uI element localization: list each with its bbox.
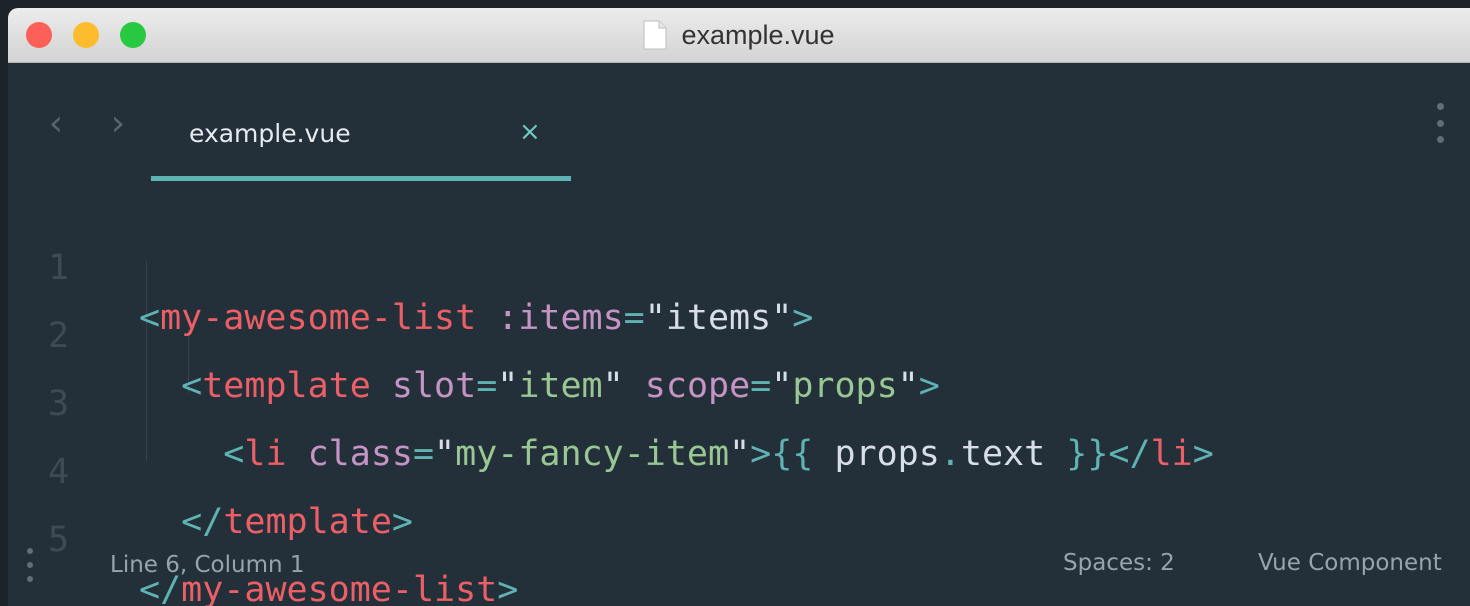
code-token: =	[476, 366, 498, 406]
code-token: "	[771, 298, 793, 338]
code-token: >	[792, 298, 814, 338]
title-bar: example.vue	[8, 8, 1470, 63]
code-token: </	[1108, 434, 1151, 474]
syntax-mode[interactable]: Vue Component	[1258, 550, 1442, 576]
code-token: slot	[391, 366, 477, 406]
code-content: <template slot="item" scope="props">	[139, 361, 940, 411]
code-token: item	[518, 366, 603, 406]
code-token: "	[434, 434, 456, 474]
more-options-icon[interactable]	[1436, 103, 1444, 143]
code-token: text	[960, 434, 1067, 474]
code-token: }}	[1066, 434, 1109, 474]
back-arrow-icon[interactable]: ‹	[44, 106, 68, 142]
document-icon	[643, 20, 667, 50]
code-token: class	[307, 434, 413, 474]
tab-bar: ‹ › example.vue ×	[8, 63, 1470, 183]
code-token: items	[665, 298, 772, 338]
code-token: "	[897, 366, 919, 406]
code-content: <my-awesome-list :items="items">	[139, 293, 813, 343]
window-title-group: example.vue	[8, 8, 1470, 62]
code-content: <li class="my-fancy-item">{{ props.text …	[139, 429, 1214, 479]
code-line: 1 <my-awesome-list :items="items">	[8, 193, 813, 338]
active-tab-indicator	[151, 176, 571, 181]
code-token: >	[750, 434, 772, 474]
forward-arrow-icon[interactable]: ›	[106, 106, 130, 142]
code-token: {{	[771, 434, 814, 474]
code-token: <	[139, 298, 161, 338]
code-token: props	[792, 366, 898, 406]
code-token: "	[497, 366, 519, 406]
tab-close-icon[interactable]: ×	[519, 117, 541, 147]
code-token: my-fancy-item	[455, 434, 730, 474]
cursor-position[interactable]: Line 6, Column 1	[110, 552, 305, 578]
code-token: li	[1150, 434, 1193, 474]
code-token: "	[602, 366, 624, 406]
code-token: my-awesome-list	[160, 298, 477, 338]
code-token: =	[412, 434, 435, 474]
tab-label: example.vue	[189, 119, 351, 148]
code-token: <	[181, 366, 203, 406]
code-token: >	[1192, 434, 1214, 474]
code-line: 5 </my-awesome-list>	[8, 465, 518, 606]
code-token: "	[729, 434, 751, 474]
tab-example-vue[interactable]: example.vue ×	[151, 89, 571, 181]
code-token: "	[771, 366, 793, 406]
panel-toggle-icon[interactable]	[26, 548, 34, 582]
editor-window: example.vue ‹ › example.vue × 1 <my-awes…	[8, 8, 1470, 606]
code-line: 2 <template slot="item" scope="props">	[8, 261, 940, 406]
status-bar: Line 6, Column 1 Spaces: 2 Vue Component	[8, 528, 1470, 606]
code-token: =	[750, 366, 772, 406]
code-token: template	[202, 366, 371, 406]
code-line: 3 <li class="my-fancy-item">{{ props.tex…	[8, 329, 1214, 474]
code-editor[interactable]: 1 <my-awesome-list :items="items"> 2 <te…	[8, 183, 1470, 606]
code-token: <	[223, 434, 245, 474]
code-token: =	[623, 298, 645, 338]
code-token: .	[939, 434, 961, 474]
code-line: 4 </template>	[8, 397, 413, 542]
code-token: li	[244, 434, 287, 474]
code-token: :items	[497, 298, 624, 338]
code-token: props	[813, 434, 940, 474]
code-token: scope	[644, 366, 751, 406]
indentation-setting[interactable]: Spaces: 2	[1063, 550, 1175, 576]
code-token: >	[918, 366, 940, 406]
code-token: "	[644, 298, 666, 338]
window-title: example.vue	[681, 19, 835, 50]
